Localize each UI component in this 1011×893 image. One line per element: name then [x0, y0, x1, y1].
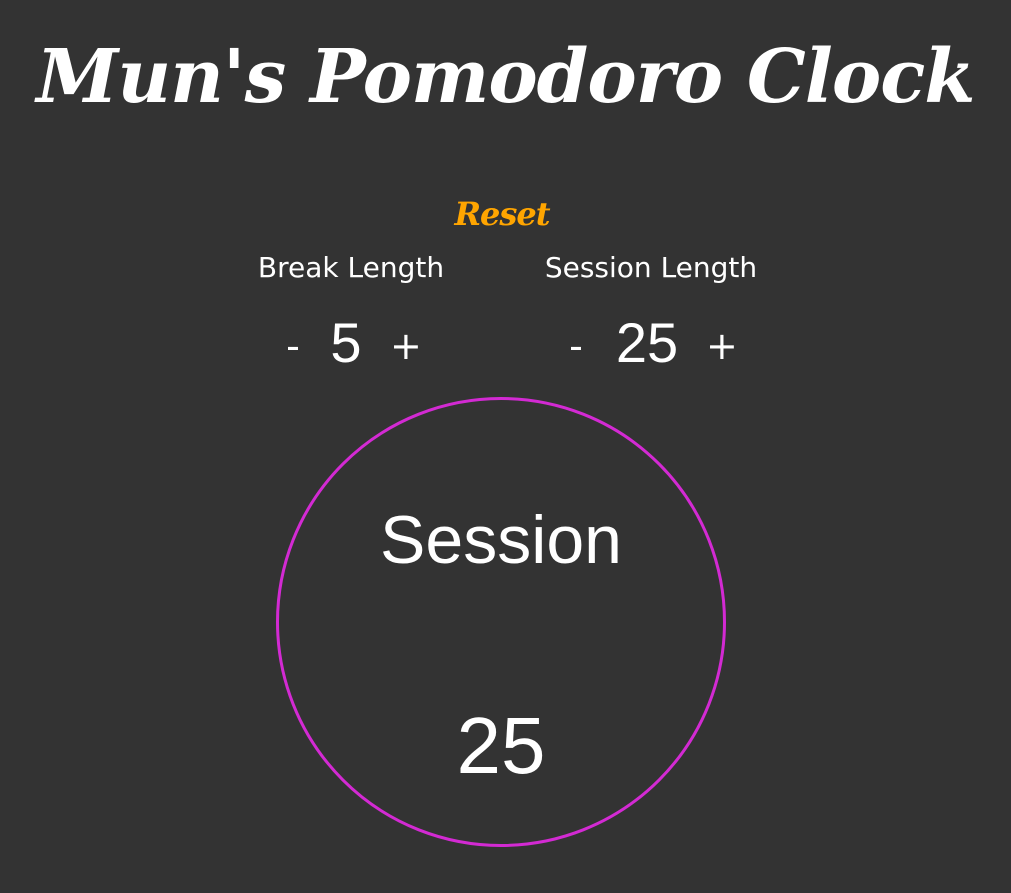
timer-clock[interactable]: Session 25	[276, 397, 726, 847]
timer-time-display: 25	[456, 701, 546, 790]
session-length-label: Session Length	[544, 251, 758, 284]
break-decrement-button[interactable]: -	[278, 316, 308, 376]
reset-button[interactable]: Reset	[450, 192, 554, 236]
break-length-value: 5	[330, 311, 362, 374]
session-length-value: 25	[615, 311, 679, 374]
timer-mode-label: Session	[380, 502, 622, 578]
page-title: Mun's Pomodoro Clock	[36, 34, 975, 120]
session-decrement-button[interactable]: -	[561, 316, 591, 376]
break-increment-button[interactable]: +	[390, 316, 422, 376]
session-increment-button[interactable]: +	[706, 316, 738, 376]
break-length-label: Break Length	[257, 251, 445, 284]
